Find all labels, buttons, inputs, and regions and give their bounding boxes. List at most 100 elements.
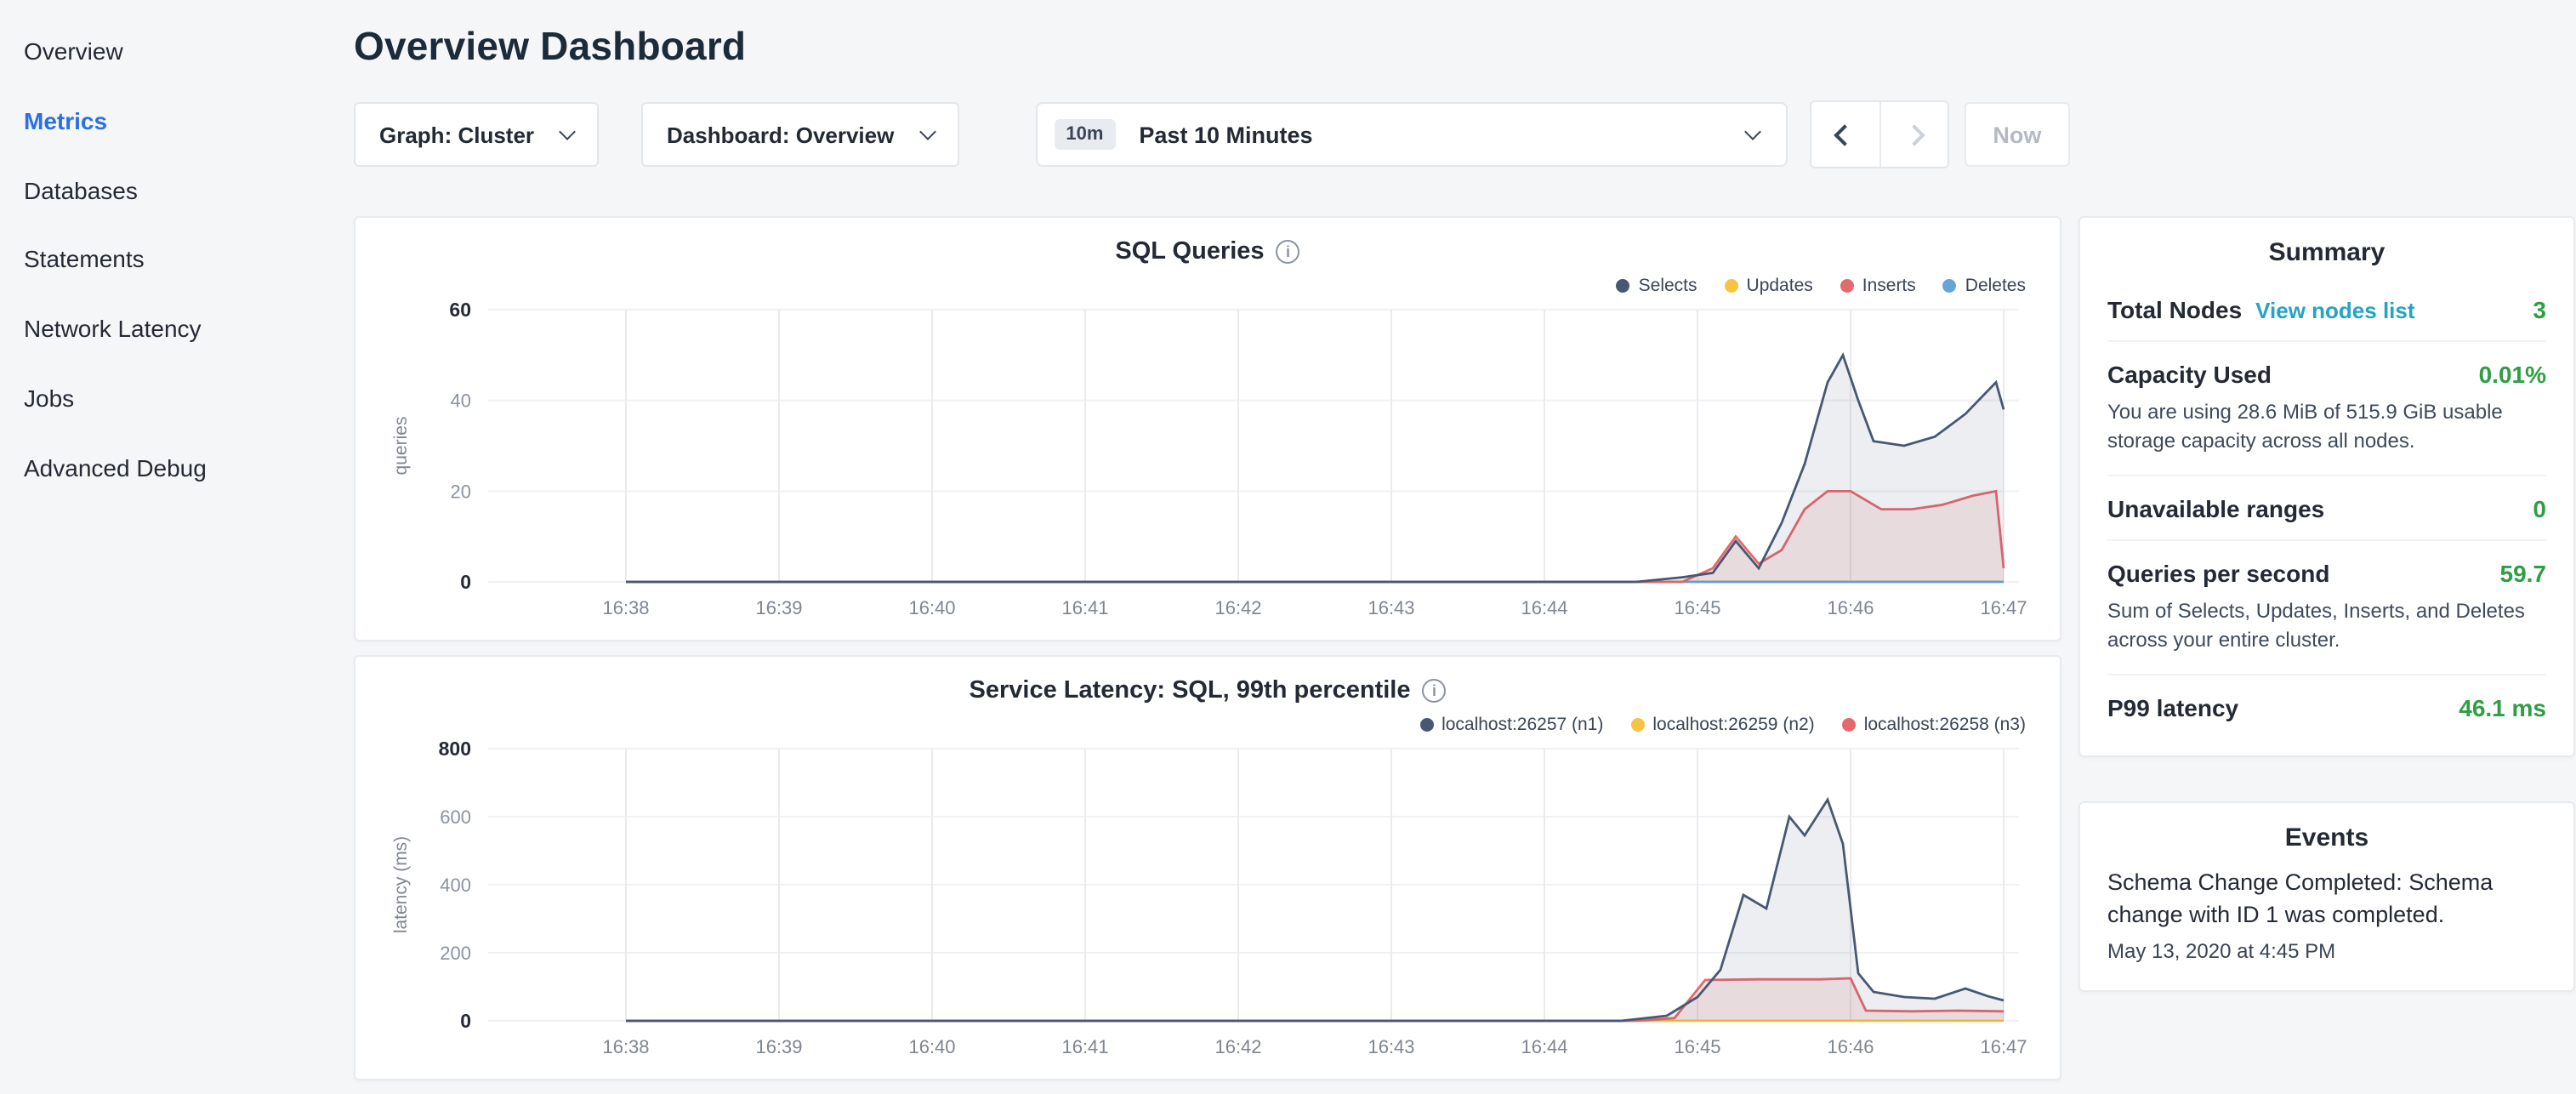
- legend-dot: [1725, 279, 1738, 293]
- summary-row-p99-latency: P99 latency 46.1 ms: [2107, 673, 2546, 738]
- sidebar-item-statements[interactable]: Statements: [24, 225, 332, 295]
- time-prev-button[interactable]: [1811, 102, 1879, 167]
- legend-item-n1[interactable]: localhost:26257 (n1): [1419, 715, 1603, 735]
- sidebar-item-jobs[interactable]: Jobs: [24, 364, 332, 434]
- svg-text:16:41: 16:41: [1061, 597, 1108, 618]
- service-latency-chart[interactable]: 16:3816:3916:4016:4116:4216:4316:4416:45…: [383, 738, 2036, 1065]
- svg-text:16:45: 16:45: [1674, 597, 1720, 618]
- time-window-badge: 10m: [1054, 119, 1115, 150]
- svg-text:0: 0: [460, 1010, 471, 1032]
- summary-value: 0.01%: [2479, 361, 2546, 388]
- chevron-down-icon: [1743, 123, 1760, 140]
- now-button[interactable]: Now: [1964, 102, 2070, 167]
- chart-title: SQL Queries: [1115, 238, 1264, 265]
- summary-value: 3: [2533, 296, 2546, 323]
- chevron-right-icon: [1903, 123, 1925, 145]
- legend-item-inserts[interactable]: Inserts: [1840, 276, 1916, 296]
- legend-item-selects[interactable]: Selects: [1617, 276, 1697, 296]
- summary-row-capacity-used: Capacity Used 0.01% You are using 28.6 M…: [2107, 340, 2546, 475]
- svg-text:latency (ms): latency (ms): [391, 836, 411, 933]
- summary-label: Total Nodes: [2107, 296, 2242, 323]
- sidebar-item-databases[interactable]: Databases: [24, 156, 332, 225]
- svg-text:16:43: 16:43: [1368, 1036, 1414, 1057]
- summary-label: P99 latency: [2107, 693, 2238, 721]
- legend-item-deletes[interactable]: Deletes: [1943, 276, 2026, 296]
- main-content: Overview Dashboard Graph: Cluster Dashbo…: [332, 0, 2576, 1051]
- svg-text:400: 400: [440, 875, 471, 896]
- time-window-dropdown[interactable]: 10m Past 10 Minutes: [1035, 102, 1787, 167]
- svg-text:16:44: 16:44: [1521, 597, 1567, 618]
- dashboard-dropdown[interactable]: Dashboard: Overview: [641, 102, 958, 167]
- svg-text:16:40: 16:40: [908, 597, 955, 618]
- svg-text:16:46: 16:46: [1827, 597, 1874, 618]
- chart-title: Service Latency: SQL, 99th percentile: [970, 677, 1411, 704]
- view-nodes-list-link[interactable]: View nodes list: [2255, 298, 2414, 323]
- chevron-down-icon: [918, 123, 935, 140]
- legend-dot: [1630, 718, 1644, 732]
- sql-queries-chart[interactable]: 16:3816:3916:4016:4116:4216:4316:4416:45…: [383, 299, 2036, 626]
- time-step-buttons: [1809, 100, 1948, 168]
- event-item[interactable]: Schema Change Completed: Schema change w…: [2107, 865, 2546, 962]
- event-text: Schema Change Completed: Schema change w…: [2107, 865, 2546, 932]
- svg-text:16:38: 16:38: [602, 1036, 649, 1057]
- svg-text:0: 0: [460, 571, 471, 593]
- chart-legend: localhost:26257 (n1) localhost:26259 (n2…: [383, 711, 2033, 738]
- info-icon[interactable]: i: [1423, 679, 1447, 703]
- sidebar-item-network-latency[interactable]: Network Latency: [24, 294, 332, 364]
- summary-label: Queries per second: [2107, 560, 2329, 587]
- legend-dot: [1419, 718, 1433, 732]
- svg-text:16:38: 16:38: [602, 597, 649, 618]
- svg-text:16:42: 16:42: [1214, 597, 1261, 618]
- summary-row-total-nodes: Total Nodes View nodes list 3: [2107, 277, 2546, 340]
- sql-queries-chart-panel: SQL Queries i Selects Updates: [354, 216, 2061, 641]
- summary-row-unavailable-ranges: Unavailable ranges 0: [2107, 475, 2546, 539]
- sidebar-item-overview[interactable]: Overview: [24, 17, 332, 87]
- summary-value: 59.7: [2500, 560, 2547, 587]
- legend-item-n3[interactable]: localhost:26258 (n3): [1842, 715, 2026, 735]
- page-title: Overview Dashboard: [354, 24, 2576, 70]
- svg-text:40: 40: [451, 390, 471, 412]
- svg-text:queries: queries: [391, 417, 411, 476]
- svg-text:16:44: 16:44: [1521, 1036, 1567, 1057]
- svg-text:200: 200: [440, 943, 471, 964]
- service-latency-chart-panel: Service Latency: SQL, 99th percentile i …: [354, 655, 2061, 1080]
- svg-text:60: 60: [449, 299, 471, 321]
- summary-description: You are using 28.6 MiB of 515.9 GiB usab…: [2107, 398, 2546, 458]
- legend-item-updates[interactable]: Updates: [1725, 276, 1813, 296]
- legend-dot: [1840, 279, 1854, 293]
- svg-text:16:45: 16:45: [1674, 1036, 1720, 1057]
- summary-label: Capacity Used: [2107, 361, 2272, 388]
- svg-text:16:46: 16:46: [1827, 1036, 1874, 1057]
- svg-text:16:40: 16:40: [908, 1036, 955, 1057]
- time-next-button[interactable]: [1879, 102, 1947, 167]
- summary-heading: Summary: [2107, 238, 2546, 267]
- info-icon[interactable]: i: [1277, 240, 1300, 264]
- graph-scope-label: Graph: Cluster: [379, 122, 534, 147]
- sidebar: Overview Metrics Databases Statements Ne…: [0, 0, 332, 1051]
- svg-text:16:47: 16:47: [1980, 597, 2027, 618]
- events-panel: Events Schema Change Completed: Schema c…: [2078, 801, 2575, 991]
- sidebar-item-metrics[interactable]: Metrics: [24, 87, 332, 157]
- sidebar-item-advanced-debug[interactable]: Advanced Debug: [24, 434, 332, 504]
- summary-description: Sum of Selects, Updates, Inserts, and De…: [2107, 597, 2546, 657]
- legend-dot: [1617, 279, 1630, 293]
- legend-dot: [1943, 279, 1957, 293]
- summary-value: 0: [2533, 495, 2546, 522]
- dashboard-label: Dashboard: Overview: [667, 122, 894, 147]
- legend-item-n2[interactable]: localhost:26259 (n2): [1630, 715, 1814, 735]
- summary-row-queries-per-second: Queries per second 59.7 Sum of Selects, …: [2107, 539, 2546, 674]
- graph-scope-dropdown[interactable]: Graph: Cluster: [354, 102, 599, 167]
- legend-dot: [1842, 718, 1856, 732]
- summary-panel: Summary Total Nodes View nodes list 3 Ca…: [2078, 216, 2575, 756]
- svg-text:20: 20: [451, 481, 471, 502]
- summary-label: Unavailable ranges: [2107, 495, 2324, 522]
- app-root: Overview Metrics Databases Statements Ne…: [0, 0, 2576, 1051]
- svg-text:16:47: 16:47: [1980, 1036, 2027, 1057]
- event-timestamp: May 13, 2020 at 4:45 PM: [2107, 938, 2546, 962]
- events-heading: Events: [2107, 823, 2546, 852]
- svg-text:16:39: 16:39: [755, 1036, 802, 1057]
- dashboard-body: SQL Queries i Selects Updates: [354, 216, 2576, 1094]
- time-window-label: Past 10 Minutes: [1139, 122, 1312, 147]
- svg-text:16:42: 16:42: [1214, 1036, 1261, 1057]
- svg-text:16:43: 16:43: [1368, 597, 1414, 618]
